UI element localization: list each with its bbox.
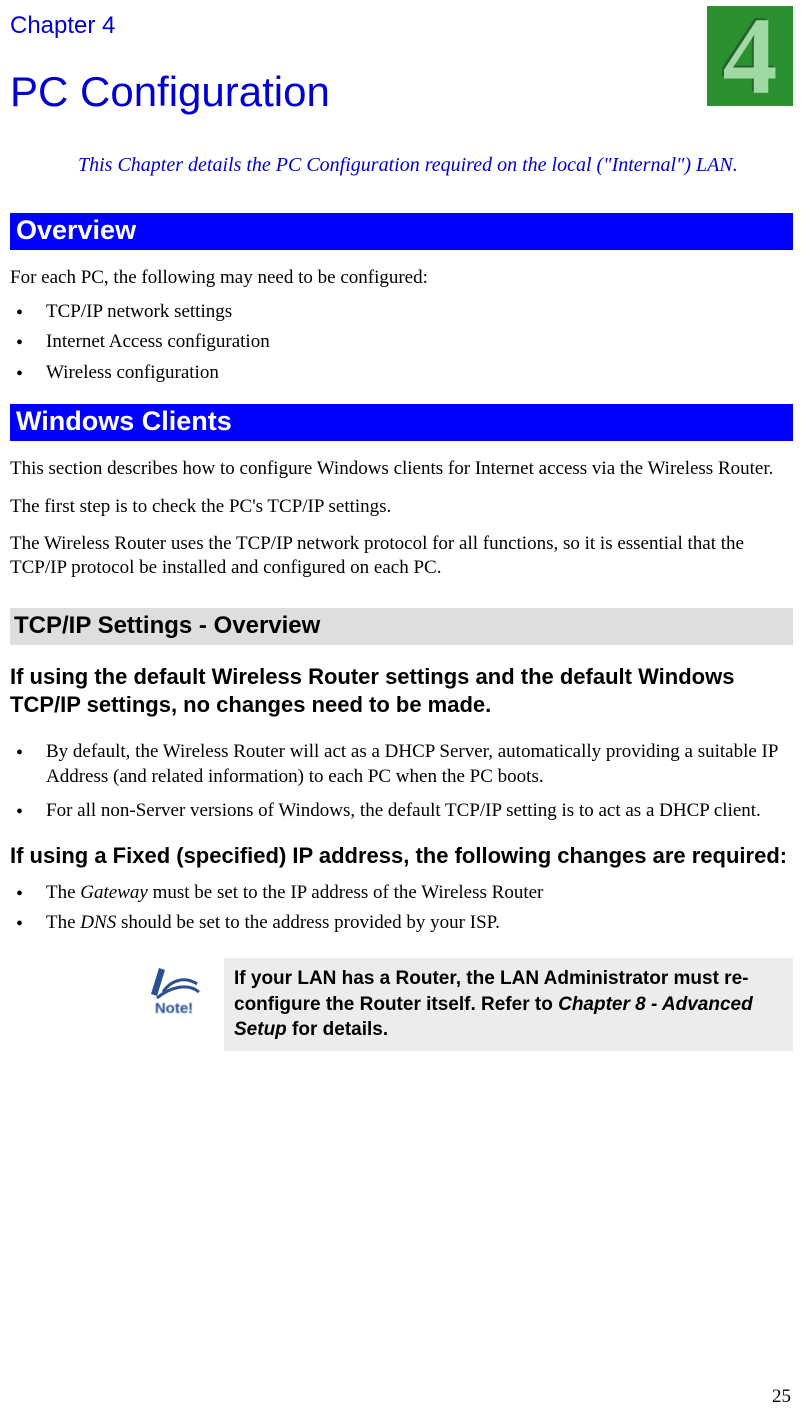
note-body: If your LAN has a Router, the LAN Admini… xyxy=(224,958,793,1051)
emphasis: DNS xyxy=(80,912,116,933)
page-number: 25 xyxy=(772,1386,791,1408)
windows-p3: The Wireless Router uses the TCP/IP netw… xyxy=(10,532,793,580)
chapter-title: PC Configuration xyxy=(10,68,793,116)
tcpip-default-list: By default, the Wireless Router will act… xyxy=(10,740,793,824)
list-item: For all non-Server versions of Windows, … xyxy=(10,799,793,824)
tcpip-fixed-heading: If using a Fixed (specified) IP address,… xyxy=(10,842,793,871)
tcpip-default-heading: If using the default Wireless Router set… xyxy=(10,663,793,720)
tcpip-fixed-list: The Gateway must be set to the IP addres… xyxy=(10,881,793,936)
text: should be set to the address provided by… xyxy=(116,912,500,933)
overview-intro: For each PC, the following may need to b… xyxy=(10,266,793,290)
list-item: The DNS should be set to the address pro… xyxy=(10,911,793,936)
chapter-tagline: This Chapter details the PC Configuratio… xyxy=(78,152,753,179)
list-item: By default, the Wireless Router will act… xyxy=(10,740,793,789)
subheader-tcpip: TCP/IP Settings - Overview xyxy=(10,608,793,645)
section-header-overview: Overview xyxy=(10,213,793,250)
text: The xyxy=(46,882,80,903)
overview-list: TCP/IP network settings Internet Access … xyxy=(10,300,793,386)
text: for details. xyxy=(287,1019,388,1040)
text: The xyxy=(46,912,80,933)
text: must be set to the IP address of the Wir… xyxy=(148,882,544,903)
windows-p1: This section describes how to configure … xyxy=(10,457,793,481)
list-item: Internet Access configuration xyxy=(10,330,793,355)
section-header-windows: Windows Clients xyxy=(10,404,793,441)
note-icon-label: Note! xyxy=(155,1000,193,1017)
chapter-number: 4 xyxy=(723,1,778,111)
emphasis: Gateway xyxy=(80,882,148,903)
chapter-number-badge: 4 xyxy=(707,6,793,106)
note-block: Note! If your LAN has a Router, the LAN … xyxy=(142,958,793,1051)
windows-p2: The first step is to check the PC's TCP/… xyxy=(10,495,793,519)
list-item: TCP/IP network settings xyxy=(10,300,793,325)
list-item: The Gateway must be set to the IP addres… xyxy=(10,881,793,906)
list-item: Wireless configuration xyxy=(10,361,793,386)
chapter-label: Chapter 4 xyxy=(10,12,793,40)
note-icon: Note! xyxy=(142,958,206,1017)
